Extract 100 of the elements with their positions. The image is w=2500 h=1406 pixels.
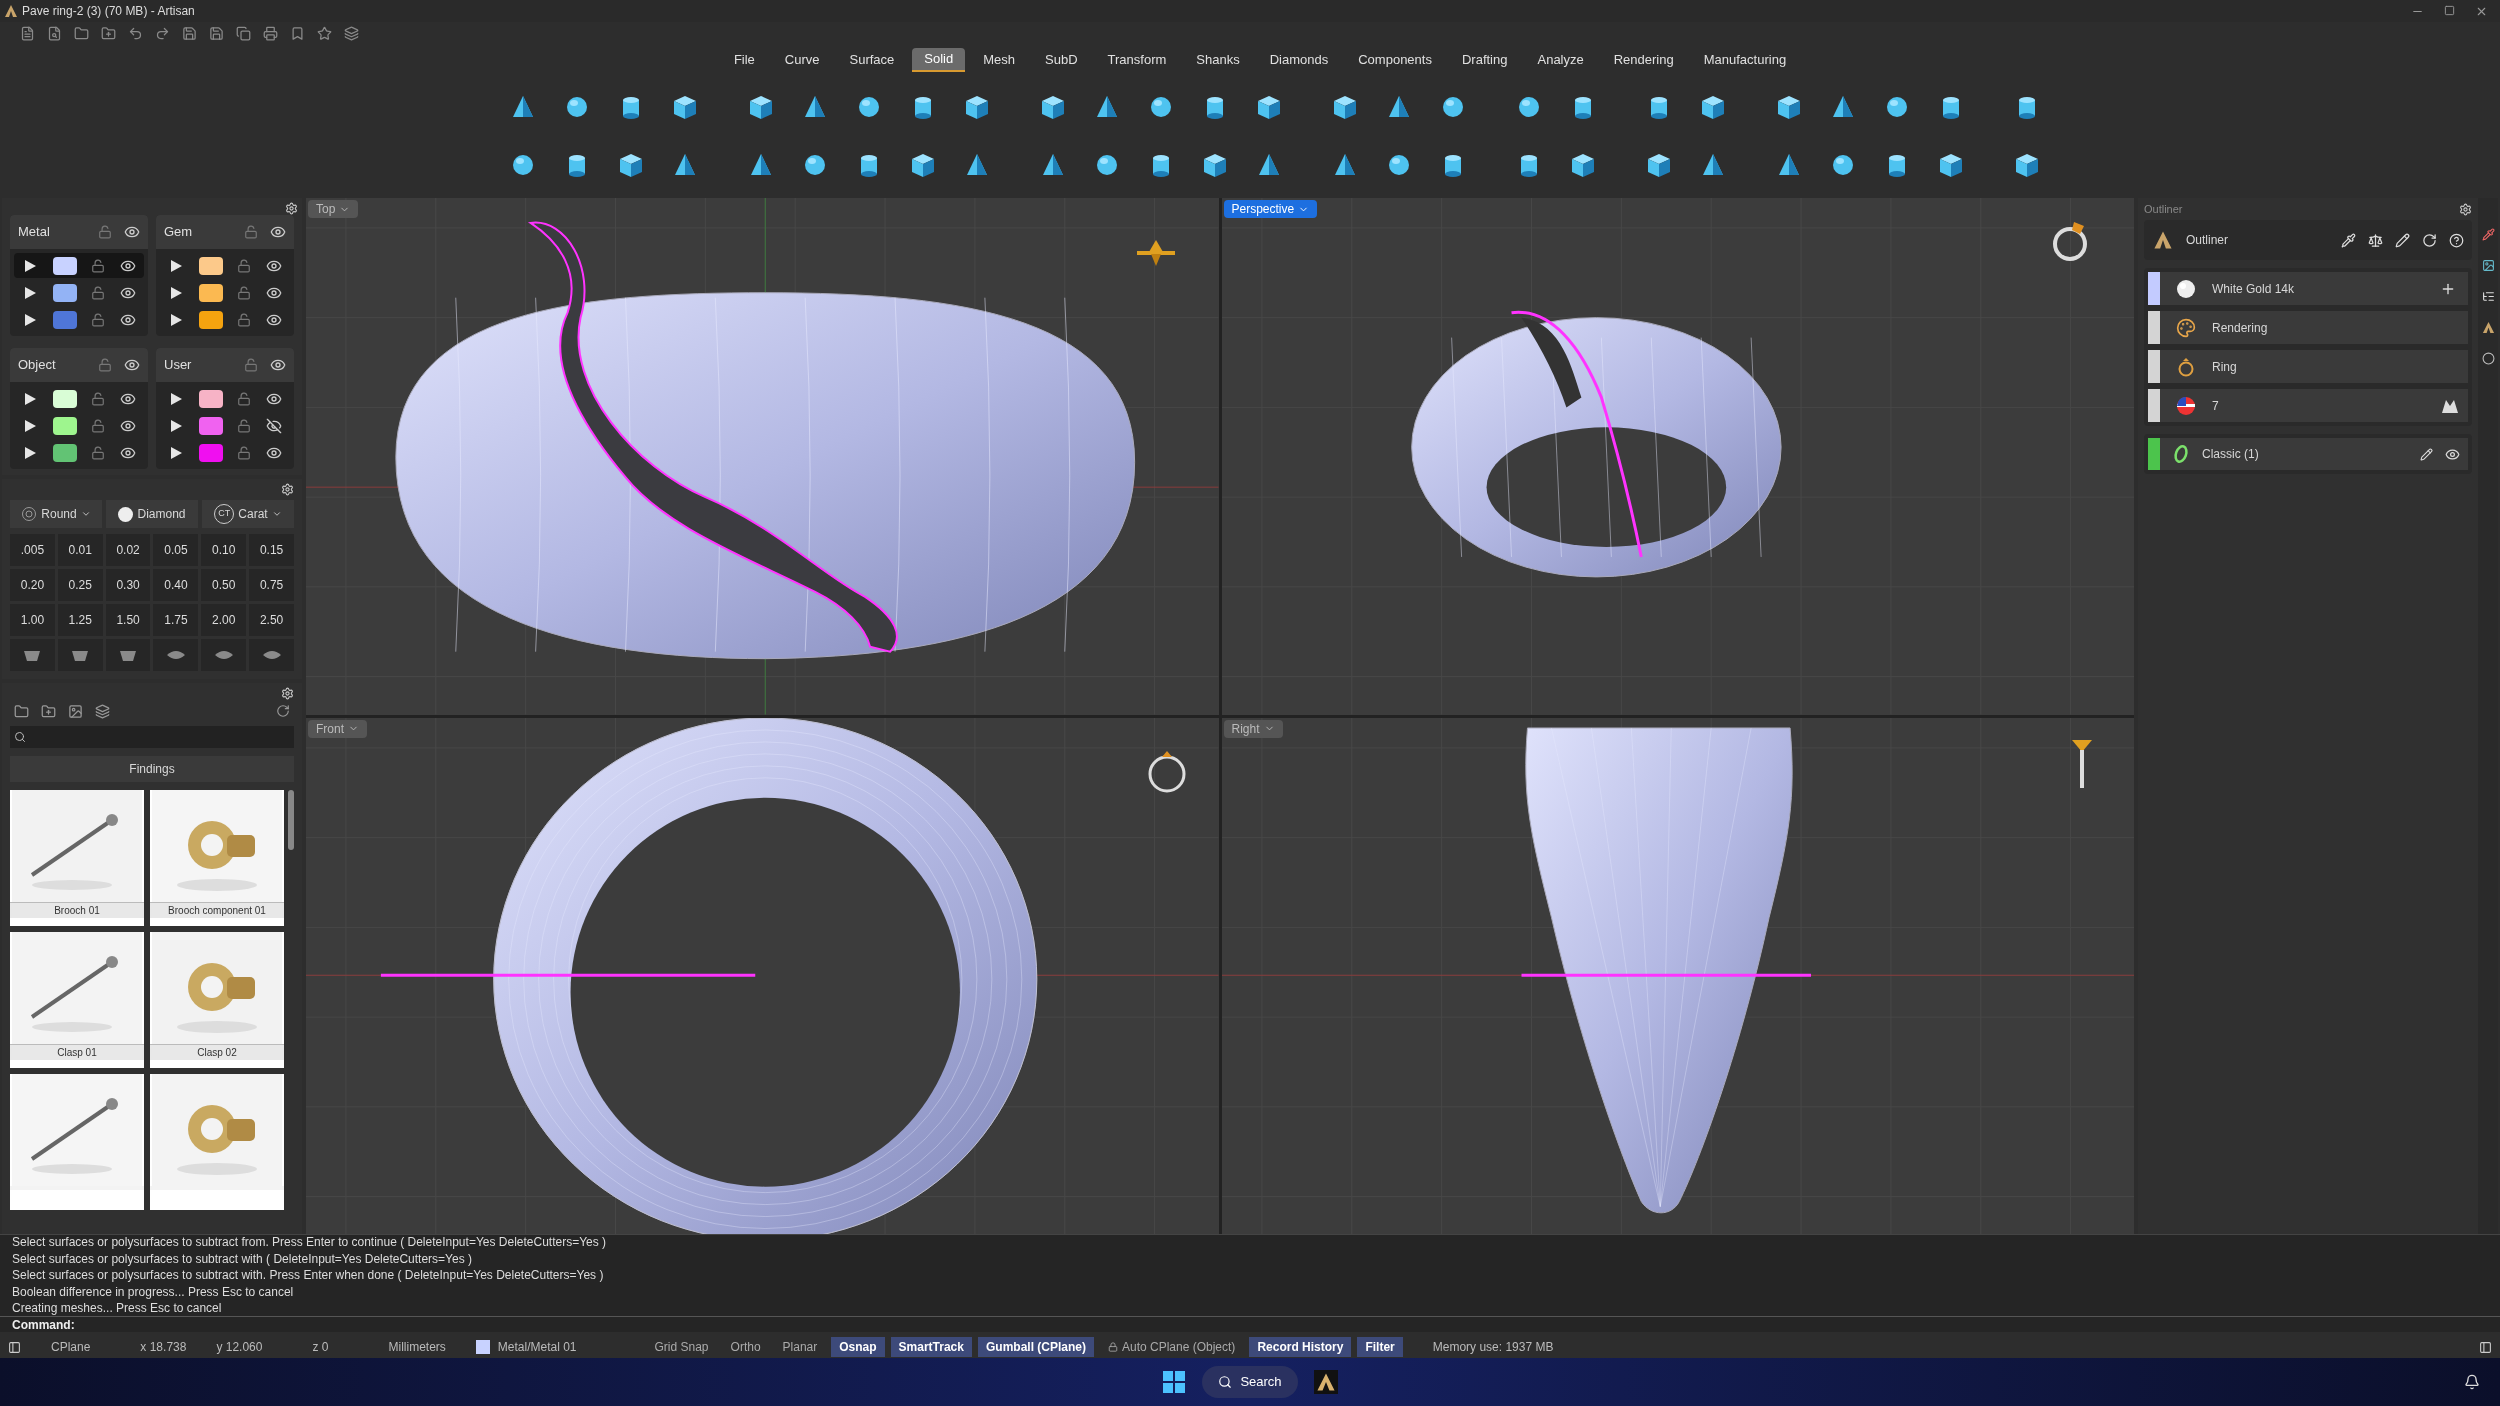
- expand-icon[interactable]: [168, 257, 184, 274]
- menu-tab[interactable]: Mesh: [971, 48, 1028, 72]
- status-toggle[interactable]: Auto CPlane (Object): [1100, 1337, 1244, 1357]
- status-toggle[interactable]: Filter: [1357, 1337, 1403, 1357]
- lock-open-icon[interactable]: [98, 225, 112, 239]
- outliner-item[interactable]: Classic (1): [2148, 438, 2468, 470]
- settings-icon[interactable]: [281, 687, 294, 700]
- current-layer-label[interactable]: Metal/Metal 01: [497, 1338, 577, 1356]
- stone-dropdown[interactable]: Diamond: [106, 500, 198, 528]
- layer-color-swatch[interactable]: [198, 283, 223, 302]
- star-icon[interactable]: [317, 25, 332, 41]
- scale-icon[interactable]: [2368, 232, 2383, 248]
- layers-icon[interactable]: [95, 703, 110, 719]
- folder-plus-icon[interactable]: [41, 703, 56, 719]
- unit-dropdown[interactable]: CT Carat: [202, 500, 294, 528]
- pencil-icon[interactable]: [2420, 447, 2433, 461]
- viewport[interactable]: Top: [306, 198, 1219, 715]
- status-toggle[interactable]: Planar: [774, 1337, 826, 1357]
- settings-icon[interactable]: [2459, 202, 2472, 216]
- lock-open-icon[interactable]: [91, 418, 106, 433]
- folder-icon[interactable]: [14, 703, 29, 719]
- expand-icon[interactable]: [22, 444, 38, 461]
- library-item[interactable]: Brooch 01: [10, 790, 144, 926]
- eye-off-icon[interactable]: [265, 417, 282, 434]
- viewport[interactable]: Right: [1221, 717, 2134, 1234]
- copy-icon[interactable]: [236, 25, 251, 41]
- image-icon[interactable]: [68, 703, 83, 719]
- library-item[interactable]: Clasp 01: [10, 932, 144, 1068]
- expand-icon[interactable]: [22, 257, 38, 274]
- viewport-tab[interactable]: Front: [308, 719, 367, 738]
- layers-icon[interactable]: [344, 25, 359, 41]
- list-tree-icon[interactable]: [2481, 290, 2495, 303]
- lock-open-icon[interactable]: [91, 445, 106, 460]
- outliner-item[interactable]: Rendering: [2148, 311, 2468, 344]
- lock-open-icon[interactable]: [91, 391, 106, 406]
- layer-color-swatch[interactable]: [52, 283, 77, 302]
- undo-icon[interactable]: [128, 25, 143, 41]
- status-toggle[interactable]: Gumball (CPlane): [977, 1337, 1094, 1357]
- viewport-tab[interactable]: Perspective: [1223, 200, 1318, 218]
- save-icon[interactable]: [209, 25, 224, 41]
- size-button[interactable]: 0.20: [10, 569, 55, 601]
- menu-tab[interactable]: Drafting: [1449, 48, 1520, 72]
- lock-open-icon[interactable]: [237, 312, 252, 327]
- circle-icon[interactable]: [2481, 352, 2495, 365]
- expand-icon[interactable]: [168, 417, 184, 434]
- size-button[interactable]: 0.40: [153, 569, 199, 601]
- app-logo-icon[interactable]: [2481, 321, 2495, 334]
- layer-color-swatch[interactable]: [198, 256, 223, 275]
- bookmark-icon[interactable]: [290, 25, 305, 41]
- viewport[interactable]: Front: [306, 717, 1219, 1234]
- menu-tab[interactable]: Components: [1346, 48, 1444, 72]
- menu-tab[interactable]: Curve: [772, 48, 832, 72]
- document-icon[interactable]: [20, 25, 35, 41]
- menu-tab[interactable]: Shanks: [1184, 48, 1252, 72]
- status-toggle[interactable]: Osnap: [831, 1337, 885, 1357]
- menu-tab[interactable]: Analyze: [1525, 48, 1596, 72]
- eye-icon[interactable]: [270, 224, 286, 240]
- status-toggle[interactable]: SmartTrack: [890, 1337, 972, 1357]
- size-button[interactable]: 0.05: [153, 534, 199, 566]
- library-item[interactable]: [150, 1074, 284, 1210]
- viewport-tab[interactable]: Top: [308, 200, 359, 218]
- help-icon[interactable]: [2449, 232, 2464, 248]
- expand-icon[interactable]: [168, 311, 184, 328]
- lock-open-icon[interactable]: [237, 391, 252, 406]
- size-button[interactable]: 0.75: [249, 569, 294, 601]
- size-button[interactable]: 1.25: [57, 604, 103, 636]
- outliner-item[interactable]: White Gold 14k: [2148, 272, 2468, 305]
- redo-icon[interactable]: [155, 25, 170, 41]
- panel-icon[interactable]: [8, 1340, 21, 1354]
- layer-color-swatch[interactable]: [52, 443, 77, 462]
- layer-color-swatch[interactable]: [198, 310, 223, 329]
- layer-color-swatch[interactable]: [52, 389, 77, 408]
- layer-row[interactable]: [14, 253, 144, 278]
- eye-icon[interactable]: [124, 224, 140, 240]
- status-toggle[interactable]: Grid Snap: [646, 1337, 717, 1357]
- viewport-tab[interactable]: Right: [1223, 719, 1283, 738]
- eye-icon[interactable]: [124, 357, 140, 373]
- status-toggle[interactable]: Ortho: [722, 1337, 769, 1357]
- panel-icon[interactable]: [2479, 1340, 2492, 1354]
- size-button[interactable]: 0.15: [249, 534, 294, 566]
- scrollbar-thumb[interactable]: [288, 790, 294, 850]
- lock-open-icon[interactable]: [237, 445, 252, 460]
- lock-open-icon[interactable]: [91, 312, 106, 327]
- lock-open-icon[interactable]: [237, 258, 252, 273]
- size-button[interactable]: 0.01: [57, 534, 103, 566]
- lock-open-icon[interactable]: [237, 418, 252, 433]
- size-button[interactable]: .005: [10, 534, 55, 566]
- taskbar-search[interactable]: Search: [1202, 1366, 1298, 1398]
- lock-open-icon[interactable]: [98, 358, 112, 372]
- lock-open-icon[interactable]: [91, 285, 106, 300]
- layer-color-swatch[interactable]: [198, 443, 223, 462]
- expand-icon[interactable]: [22, 390, 38, 407]
- size-button[interactable]: 0.30: [105, 569, 151, 601]
- size-button[interactable]: 0.10: [201, 534, 247, 566]
- size-button[interactable]: 1.75: [153, 604, 199, 636]
- save-icon[interactable]: [182, 25, 197, 41]
- size-button[interactable]: 2.00: [201, 604, 247, 636]
- menu-tab[interactable]: Surface: [837, 48, 907, 72]
- eyedropper-icon[interactable]: [2341, 232, 2356, 248]
- lock-open-icon[interactable]: [237, 285, 252, 300]
